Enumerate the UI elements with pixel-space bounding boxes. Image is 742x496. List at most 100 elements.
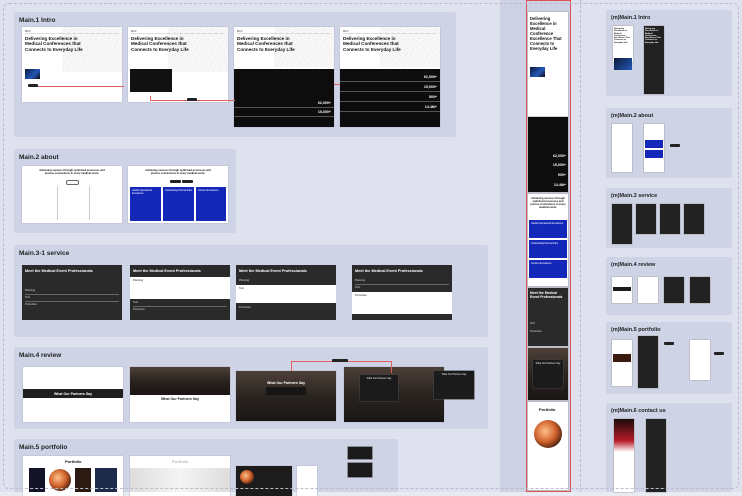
service-item[interactable]: Promotion xyxy=(25,303,37,306)
portfolio-popup[interactable] xyxy=(348,463,372,477)
mini-frame[interactable] xyxy=(612,124,632,172)
mini-frame[interactable]: Delivering Excellence in Medical Confere… xyxy=(644,26,664,94)
mini-frame[interactable] xyxy=(690,277,710,303)
blue-card[interactable]: Content Excellence xyxy=(529,260,567,278)
service-frame-2[interactable]: Meet the Medical Event Professionals Pla… xyxy=(130,265,230,320)
stat-value: 62,000+ xyxy=(317,101,331,105)
mobile-portfolio[interactable]: Portfolio xyxy=(528,402,568,490)
service-item[interactable]: Tool xyxy=(239,287,244,290)
blue-card[interactable]: Global Operational Excellence xyxy=(529,220,567,238)
service-expanded-panel: Promotion xyxy=(352,292,452,314)
portfolio-frame-2[interactable]: Portfolio xyxy=(130,456,230,496)
mini-frame[interactable] xyxy=(636,204,656,234)
section-title: Main.1 Intro xyxy=(19,17,56,24)
mini-frame[interactable] xyxy=(638,277,658,303)
review-popup[interactable]: What Our Partners Say xyxy=(360,375,398,401)
portfolio-card[interactable] xyxy=(75,468,91,492)
blue-card[interactable]: Content Excellence xyxy=(196,187,226,221)
prototype-tag xyxy=(714,352,724,355)
section-main-2-about[interactable]: Main.2 about Achieving success through o… xyxy=(14,149,236,233)
review-frame-3[interactable]: What Our Partners Say xyxy=(236,371,336,421)
service-item[interactable]: Promotion xyxy=(530,330,542,333)
service-item[interactable]: Promotion xyxy=(239,306,251,309)
mobile-service[interactable]: Meet the Medical Event Professionals Too… xyxy=(528,288,568,346)
section-title: Main.3-1 service xyxy=(19,250,70,257)
section-m-main-2[interactable]: (m)Main.2 about xyxy=(606,108,732,178)
mini-frame[interactable] xyxy=(638,336,658,388)
review-frame-2[interactable]: What Our Partners Say xyxy=(130,367,230,422)
review-frame-1[interactable]: What Our Partners Say xyxy=(23,367,123,422)
section-title: (m)Main.3 service xyxy=(611,193,658,199)
mini-frame[interactable] xyxy=(684,204,704,234)
about-tagline: Achieving success through optimized proc… xyxy=(39,169,105,175)
mini-frame[interactable] xyxy=(660,204,680,234)
mini-frame[interactable]: Delivering Excellence in Medical Confere… xyxy=(613,26,633,62)
intro-frame-2[interactable]: MCV Delivering Excellence in Medical Con… xyxy=(128,27,228,102)
portfolio-card[interactable] xyxy=(29,468,45,492)
mobile-review[interactable]: What Our Partners Say xyxy=(528,348,568,400)
section-m-main-6[interactable]: (m)Main.6 contact us xyxy=(606,403,732,492)
frame-nav: MCV xyxy=(25,30,119,34)
section-m-main-4[interactable]: (m)Main.4 review xyxy=(606,257,732,315)
mini-frame[interactable] xyxy=(612,204,632,244)
service-frame-4[interactable]: Meet the Medical Event Professionals Pla… xyxy=(352,265,452,320)
service-item[interactable]: Planning xyxy=(25,289,35,292)
review-popup[interactable]: What Our Partners Say xyxy=(533,360,563,388)
frame-nav: MCV xyxy=(237,30,331,34)
portfolio-card[interactable] xyxy=(95,468,117,492)
service-frame-1[interactable]: Meet the Medical Event Professionals Pla… xyxy=(22,265,122,320)
about-button[interactable] xyxy=(170,180,181,183)
intro-frame-4[interactable]: MCV Delivering Excellence in Medical Con… xyxy=(340,27,440,127)
about-button[interactable] xyxy=(182,180,193,183)
service-item[interactable]: Planning xyxy=(133,279,143,282)
mini-frame[interactable] xyxy=(664,277,684,303)
mini-frame[interactable] xyxy=(646,419,666,492)
mobile-intro[interactable]: Delivering Excellence in Medical Confere… xyxy=(528,12,568,117)
mobile-service-title: Meet the Medical Event Professionals xyxy=(530,291,563,300)
service-item[interactable]: Tool xyxy=(25,296,30,299)
prototype-connector xyxy=(334,84,340,85)
service-item[interactable]: Tool xyxy=(530,322,535,325)
portfolio-frame-1[interactable]: Portfolio xyxy=(23,456,123,496)
service-expanded-panel: Planning xyxy=(130,277,230,299)
service-item[interactable]: Tool xyxy=(133,301,138,304)
review-popup-detached[interactable]: What Our Partners Say xyxy=(434,371,474,399)
intro-frame-3[interactable]: MCV Delivering Excellence in Medical Con… xyxy=(234,27,334,127)
mini-frame[interactable] xyxy=(612,277,632,303)
service-item[interactable]: Promotion xyxy=(355,294,367,297)
service-item[interactable]: Promotion xyxy=(133,308,145,311)
stats-block: 62,000+ 15,000+ 900+ 14.4M+ xyxy=(340,69,440,127)
mini-frame[interactable] xyxy=(612,340,632,386)
blue-card[interactable]: Global Operational Excellence xyxy=(130,187,161,221)
service-item[interactable]: Planning xyxy=(355,279,365,282)
mobile-stats[interactable]: 62,000+ 15,000+ 900+ 14.4M+ xyxy=(528,117,568,192)
intro-frame-1[interactable]: MCV Delivering Excellence in Medical Con… xyxy=(22,27,122,102)
blue-card[interactable]: Outstanding Partnerships xyxy=(529,240,567,258)
service-item[interactable]: Tool xyxy=(355,286,360,289)
mobile-hero-thumb xyxy=(530,67,545,77)
about-frame-2[interactable]: Achieving success through optimized proc… xyxy=(128,166,228,223)
about-button[interactable] xyxy=(66,180,79,185)
blue-card[interactable]: Outstanding Partnerships xyxy=(163,187,194,221)
section-main-5-portfolio[interactable]: Main.5 portfolio Portfolio Portfolio xyxy=(14,439,398,496)
portfolio-popup[interactable] xyxy=(348,447,372,459)
service-item[interactable]: Planning xyxy=(239,279,249,282)
design-canvas[interactable]: Main.1 Intro MCV Delivering Excellence i… xyxy=(0,0,742,496)
section-m-main-5[interactable]: (m)Main.5 portfolio xyxy=(606,322,732,394)
section-m-main-3[interactable]: (m)Main.3 service xyxy=(606,188,732,248)
hero-text: Delivering Excellence in Medical Confere… xyxy=(25,36,83,52)
about-frame-1[interactable]: Achieving success through optimized proc… xyxy=(22,166,122,223)
section-m-main-1[interactable]: (m)Main.1 Intro Delivering Excellence in… xyxy=(606,10,732,96)
portfolio-title: Portfolio xyxy=(172,459,189,464)
review-frame-4[interactable]: What Our Partners Say xyxy=(344,367,444,422)
mini-frame[interactable] xyxy=(614,419,634,492)
review-photo xyxy=(130,367,230,395)
service-frame-3[interactable]: Meet the Medical Event Professionals Pla… xyxy=(236,265,336,320)
section-main-4-review[interactable]: Main.4 review What Our Partners Say What… xyxy=(14,347,488,429)
section-main-1-intro[interactable]: Main.1 Intro MCV Delivering Excellence i… xyxy=(14,12,456,137)
mini-frame[interactable] xyxy=(690,340,710,380)
mini-frame[interactable] xyxy=(644,124,664,172)
section-main-3-service[interactable]: Main.3-1 service Meet the Medical Event … xyxy=(14,245,488,337)
prototype-connector xyxy=(36,86,124,87)
mobile-about[interactable]: Achieving success through optimized proc… xyxy=(528,194,568,286)
